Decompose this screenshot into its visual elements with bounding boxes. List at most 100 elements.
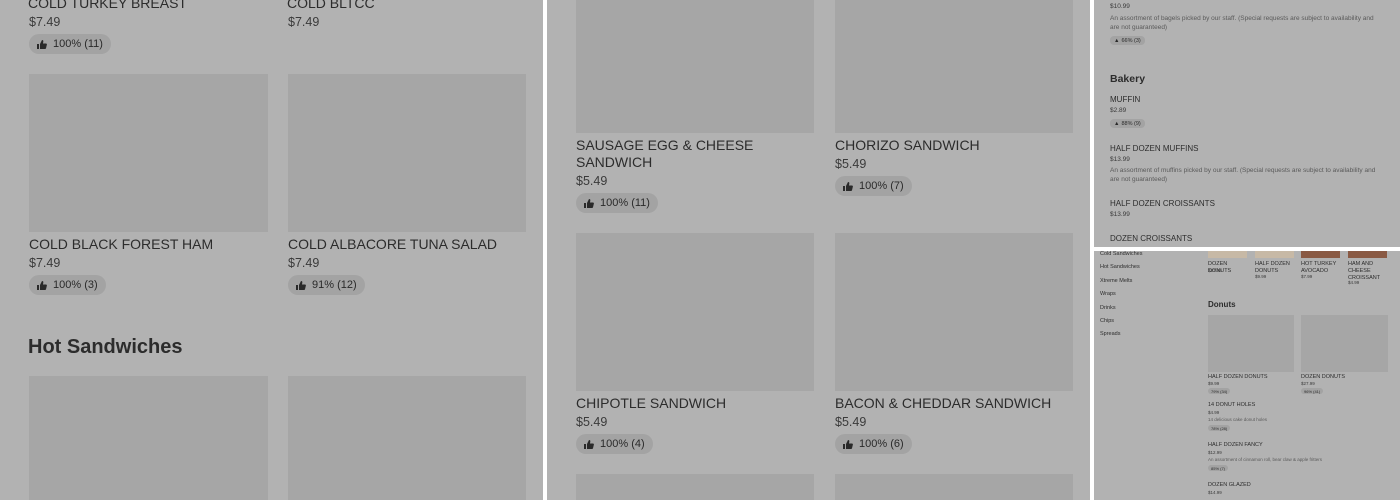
item-title[interactable]: SAUSAGE EGG & CHEESE SANDWICH xyxy=(576,137,806,171)
item-price: $7.99 xyxy=(1301,274,1313,279)
rating-badge: 79% (34) xyxy=(1208,388,1231,394)
item-image-placeholder[interactable] xyxy=(288,74,526,232)
rating-badge: 100% (11) xyxy=(576,193,658,213)
item-title[interactable]: CHORIZO SANDWICH xyxy=(835,137,980,154)
item-image-placeholder[interactable] xyxy=(576,474,814,500)
item-title[interactable]: COLD TURKEY BREAST xyxy=(28,0,187,12)
rating-badge: 78% (28) xyxy=(1208,425,1231,431)
rating-text: 96% (41) xyxy=(1304,388,1321,394)
menu-panel-bakery: $10.99 An assortment of bagels picked by… xyxy=(1094,0,1400,247)
item-price: $2.89 xyxy=(1110,107,1127,114)
item-price: $13.99 xyxy=(1110,211,1130,218)
thumbs-up-icon: ▲ xyxy=(1114,37,1120,44)
item-price: $7.49 xyxy=(29,15,61,29)
rating-text: 78% (28) xyxy=(1211,425,1228,431)
rating-text: 66% (3) xyxy=(1121,37,1141,44)
item-image-placeholder[interactable] xyxy=(1301,315,1388,372)
item-image-placeholder[interactable] xyxy=(29,74,268,232)
item-title[interactable]: COLD ALBACORE TUNA SALAD xyxy=(288,236,497,253)
rating-badge: 100% (7) xyxy=(835,176,912,196)
item-title[interactable]: COLD BLTCC xyxy=(287,0,375,12)
item-image-placeholder[interactable] xyxy=(29,376,268,500)
item-image-placeholder[interactable] xyxy=(576,233,814,391)
item-title[interactable]: HALF DOZEN DONUTS xyxy=(1208,374,1268,381)
thumbs-up-icon xyxy=(584,439,594,449)
item-image-placeholder[interactable] xyxy=(288,376,526,500)
item-description: An assortment of bagels picked by our st… xyxy=(1110,15,1374,31)
rating-badge: 91% (12) xyxy=(288,275,365,295)
item-description: 14 delicious cake donut holes xyxy=(1208,417,1268,422)
category-nav-item[interactable]: Xtreme Melts xyxy=(1100,278,1132,284)
item-title[interactable]: DOZEN DONUTS xyxy=(1301,374,1345,381)
item-title[interactable]: DOZEN CROISSANTS xyxy=(1110,234,1192,243)
category-nav-item[interactable]: Cold Sandwiches xyxy=(1100,251,1143,257)
item-title[interactable]: CHIPOTLE SANDWICH xyxy=(576,395,726,412)
item-image[interactable] xyxy=(1348,251,1387,258)
item-title[interactable]: BACON & CHEDDAR SANDWICH xyxy=(835,395,1051,412)
item-description: An assortment of muffins picked by our s… xyxy=(1110,167,1376,183)
item-price: $5.49 xyxy=(835,415,867,429)
item-title[interactable]: 14 DONUT HOLES xyxy=(1208,402,1255,409)
menu-panel-donuts: Cold Sandwiches Hot Sandwiches Xtreme Me… xyxy=(1094,251,1400,500)
item-price: $5.49 xyxy=(576,174,608,188)
item-image[interactable] xyxy=(1301,251,1340,258)
item-title[interactable]: COLD BLACK FOREST HAM xyxy=(29,236,213,253)
item-title[interactable]: MUFFIN xyxy=(1110,95,1140,104)
rating-text: 79% (34) xyxy=(1211,388,1228,394)
item-title[interactable]: DOZEN GLAZED xyxy=(1208,482,1251,489)
screenshot-collage: COLD TURKEY BREAST $7.49 100% (11) COLD … xyxy=(0,0,1400,500)
section-heading: Hot Sandwiches xyxy=(28,336,183,358)
item-image[interactable] xyxy=(1208,251,1247,258)
category-nav-item[interactable]: Spreads xyxy=(1100,331,1121,337)
rating-badge: ▲ 88% (9) xyxy=(1110,119,1145,128)
rating-badge: 85% (7) xyxy=(1208,465,1229,471)
item-price: $7.49 xyxy=(29,256,61,270)
item-price: $7.49 xyxy=(288,256,320,270)
rating-text: 100% (7) xyxy=(859,180,904,192)
item-image-placeholder[interactable] xyxy=(835,0,1073,133)
rating-text: 100% (11) xyxy=(600,197,650,209)
thumbs-up-icon: ▲ xyxy=(1114,120,1120,127)
item-price: $12.99 xyxy=(1208,450,1222,455)
item-price: $5.49 xyxy=(835,157,867,171)
item-title[interactable]: HOT TURKEY AVOCADO xyxy=(1301,261,1341,275)
category-nav-item[interactable]: Hot Sandwiches xyxy=(1100,264,1140,270)
rating-text: 100% (4) xyxy=(600,438,645,450)
rating-text: 88% (9) xyxy=(1121,120,1141,127)
menu-panel-breakfast-sandwiches: SAUSAGE EGG & CHEESE SANDWICH $5.49 100%… xyxy=(547,0,1090,500)
thumbs-up-icon xyxy=(37,39,47,49)
category-nav-item[interactable]: Drinks xyxy=(1100,305,1116,311)
rating-badge: ▲ 66% (3) xyxy=(1110,36,1145,45)
item-title[interactable]: HALF DOZEN MUFFINS xyxy=(1110,144,1198,153)
item-image-placeholder[interactable] xyxy=(1208,315,1294,372)
thumbs-up-icon xyxy=(584,198,594,208)
item-title[interactable]: HALF DOZEN FANCY xyxy=(1208,442,1263,449)
item-image-placeholder[interactable] xyxy=(576,0,814,133)
item-title[interactable]: HALF DOZEN CROISSANTS xyxy=(1110,199,1215,208)
rating-badge: 100% (4) xyxy=(576,434,653,454)
rating-text: 100% (3) xyxy=(53,279,98,291)
item-price: $7.49 xyxy=(288,15,320,29)
item-title[interactable]: HALF DOZEN DONUTS xyxy=(1255,261,1295,275)
thumbs-up-icon xyxy=(37,280,47,290)
rating-text: 100% (6) xyxy=(859,438,904,450)
item-image[interactable] xyxy=(1255,251,1294,258)
section-heading: Bakery xyxy=(1110,73,1146,85)
thumbs-up-icon xyxy=(843,439,853,449)
menu-panel-cold-sandwiches: COLD TURKEY BREAST $7.49 100% (11) COLD … xyxy=(0,0,543,500)
item-image-placeholder[interactable] xyxy=(835,233,1073,391)
item-price: $9.99 xyxy=(1255,274,1267,279)
item-price: $14.99 xyxy=(1208,490,1222,495)
item-image-placeholder[interactable] xyxy=(835,474,1073,500)
category-nav-item[interactable]: Chips xyxy=(1100,318,1114,324)
rating-text: 85% (7) xyxy=(1211,465,1226,471)
rating-badge: 100% (6) xyxy=(835,434,912,454)
thumbs-up-icon xyxy=(296,280,306,290)
category-nav-item[interactable]: Wraps xyxy=(1100,291,1116,297)
item-price: $9.99 xyxy=(1208,381,1220,386)
item-price: $27.99 xyxy=(1301,381,1315,386)
rating-text: 91% (12) xyxy=(312,279,357,291)
item-title[interactable]: HAM AND CHEESE CROISSANT xyxy=(1348,261,1388,282)
item-price: $27.99 xyxy=(1208,268,1222,273)
rating-text: 100% (11) xyxy=(53,38,103,50)
